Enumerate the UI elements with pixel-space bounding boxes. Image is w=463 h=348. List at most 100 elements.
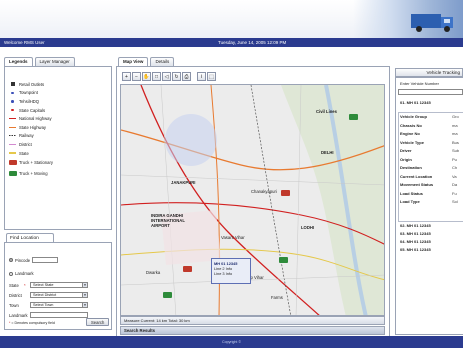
legend-label: Retail Outlets — [19, 81, 45, 87]
zoom-extent-icon[interactable]: □ — [152, 72, 161, 81]
detail-label: Engine No — [400, 131, 420, 136]
pincode-row: Pincode — [9, 257, 59, 263]
state-select[interactable]: Select State ▼ — [30, 282, 88, 288]
required-note: * = Denotes compulsory field — [9, 321, 55, 325]
legend-item: Railway — [8, 132, 108, 141]
vehicle-tracking-header[interactable]: Vehicle Tracking — [395, 68, 463, 77]
town-select[interactable]: Select Town ▼ — [30, 302, 88, 308]
map-label: Dwarka — [146, 270, 161, 275]
highway-line-icon — [8, 118, 17, 120]
zoom-out-icon[interactable]: − — [132, 72, 141, 81]
district-select-value: Select District — [33, 293, 57, 297]
landmark-radio-label: Landmark — [15, 271, 34, 276]
detail-label: Origin — [400, 156, 412, 162]
vehicle-list-item[interactable]: 05. MH 01 12345 — [398, 246, 463, 254]
required-note-text: = Denotes compulsory field — [11, 321, 55, 325]
detail-value: Sol — [452, 199, 458, 204]
detail-label: Movement Status — [400, 182, 434, 187]
district-select[interactable]: Select District ▼ — [30, 292, 88, 298]
tab-layer-manager[interactable]: Layer Manager — [34, 57, 75, 66]
search-button[interactable]: Search — [86, 318, 110, 326]
map-label: Farms — [271, 295, 283, 300]
state-select-value: Select State — [33, 283, 54, 287]
tab-map-view[interactable]: Map View — [118, 57, 149, 66]
print-icon[interactable]: ⎙ — [182, 72, 191, 81]
search-results-bar[interactable]: Search Results — [120, 326, 385, 335]
legend-list: Retail Outlets Townpoint TehsilHDQ State… — [8, 80, 108, 179]
tab-details[interactable]: Details — [150, 57, 175, 66]
legend-item: Truck + Moving — [8, 168, 108, 179]
detail-row: Destination Ch — [398, 164, 463, 172]
district-line-icon — [8, 143, 17, 146]
detail-value: Fu — [452, 190, 457, 196]
legend-item: TehsilHDQ — [8, 97, 108, 106]
detail-value: Va — [452, 173, 457, 179]
refresh-icon[interactable]: ↻ — [172, 72, 181, 81]
pincode-input[interactable] — [32, 257, 59, 263]
map-label: Chanakyapuri — [251, 189, 277, 194]
measure-text: Measure Current: 14 km Total: 30 km — [124, 318, 190, 323]
measure-bar: Measure Current: 14 km Total: 30 km — [120, 316, 385, 325]
select-icon[interactable]: ⬚ — [207, 72, 216, 81]
header-banner — [353, 0, 463, 38]
detail-label: Destination — [400, 165, 422, 170]
legend-item: Townpoint — [8, 89, 108, 98]
map-label: INDIRA GANDHI INTERNATIONAL AIRPORT — [151, 213, 185, 228]
townpoint-icon — [8, 91, 17, 95]
detail-value: Ch — [452, 165, 458, 170]
detail-label: Chassis No — [400, 122, 422, 128]
landmark-field-row: Landmark — [9, 312, 88, 318]
legend-item: State Capitals — [8, 106, 108, 115]
legend-item: National Highway — [8, 114, 108, 123]
enter-vehicle-label: Enter Vehicle Number — [400, 81, 439, 86]
footer-text: Copyright © — [221, 340, 242, 344]
legend-item: District — [8, 140, 108, 149]
required-marker: * — [9, 321, 11, 325]
detail-label: Load Type — [400, 199, 420, 204]
map-label: DELHI — [321, 150, 334, 155]
tab-legends[interactable]: Legends — [4, 57, 33, 66]
retail-outlet-icon — [8, 81, 17, 87]
map-graphic — [121, 85, 384, 315]
town-row: Town Select Town ▼ — [9, 302, 88, 308]
vehicle-number-input[interactable] — [398, 89, 463, 95]
legend-label: Railway — [19, 133, 34, 139]
state-row: State * Select State ▼ — [9, 282, 88, 288]
tehsil-icon — [8, 100, 17, 103]
detail-row: Chassis No ma — [398, 122, 463, 130]
footer-bar: Copyright © — [0, 336, 463, 348]
legend-label: State Capitals — [19, 107, 46, 113]
zoom-in-icon[interactable]: + — [122, 72, 131, 81]
legend-label: Truck + Stationary — [19, 160, 53, 166]
zoom-previous-icon[interactable]: ◁ — [162, 72, 171, 81]
vehicle-popup[interactable]: MH 01 12345 Line 2 Info Line 3 Info — [211, 258, 251, 284]
popup-line: Line 3 Info — [214, 271, 233, 277]
legend-item: State Highway — [8, 123, 108, 132]
landmark-radio[interactable] — [9, 271, 13, 276]
state-line-icon — [8, 152, 17, 154]
detail-value: ma — [452, 131, 458, 136]
search-results-title: Search Results — [124, 328, 156, 333]
pincode-label: Pincode — [15, 257, 31, 263]
left-tabs: Legends Layer Manager — [4, 57, 75, 66]
chevron-down-icon: ▼ — [82, 283, 87, 287]
map-canvas[interactable]: Civil Lines Chanakyapuri INDIRA GANDHI I… — [120, 84, 385, 316]
detail-row: Driver Sub — [398, 147, 463, 155]
pan-icon[interactable]: ✋ — [142, 72, 151, 81]
detail-value: ma — [452, 122, 458, 128]
pincode-radio[interactable] — [9, 258, 13, 262]
selected-vehicle[interactable]: 01. MH 01 12345 — [398, 99, 463, 107]
state-capital-icon — [8, 108, 17, 112]
landmark-input[interactable] — [30, 312, 88, 318]
map-toolbar: + − ✋ □ ◁ ↻ ⎙ i ⬚ — [122, 71, 216, 82]
detail-row: Load Status Fu — [398, 190, 463, 198]
detail-label: Vehicle Group — [400, 114, 427, 119]
detail-row: Engine No ma — [398, 130, 463, 138]
detail-row: Load Type Sol — [398, 198, 463, 206]
info-icon[interactable]: i — [197, 72, 206, 81]
legend-item: Retail Outlets — [8, 80, 108, 89]
legend-label: Truck + Moving — [19, 171, 48, 177]
legend-label: TehsilHDQ — [19, 98, 40, 104]
detail-row: Vehicle Group Gro — [398, 113, 463, 121]
legend-label: Townpoint — [19, 90, 38, 96]
